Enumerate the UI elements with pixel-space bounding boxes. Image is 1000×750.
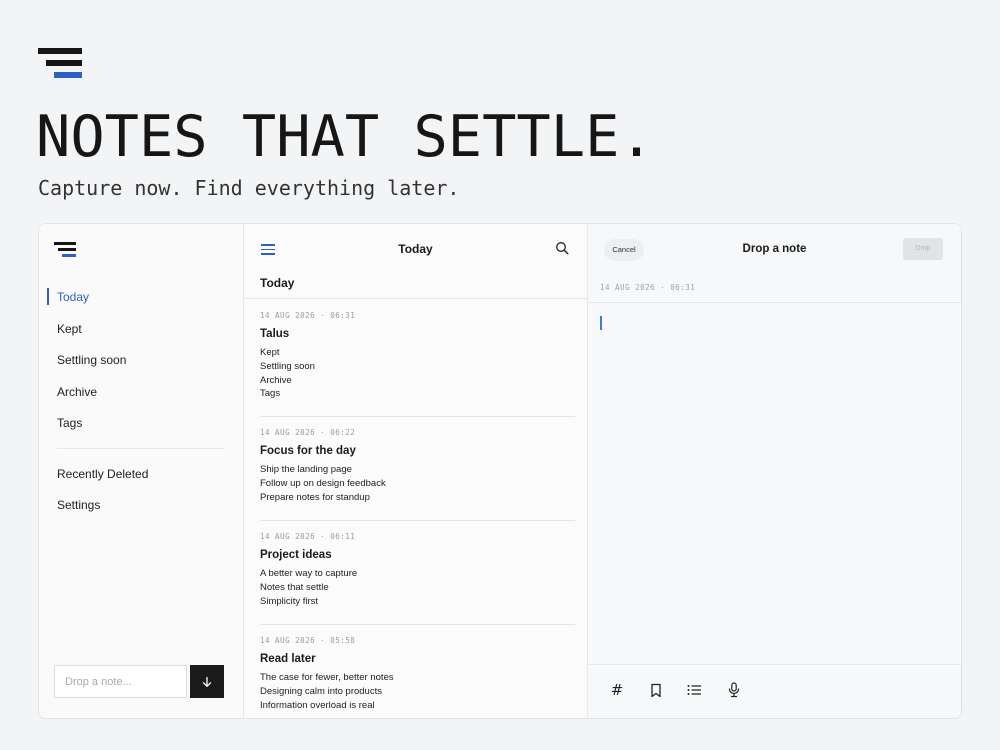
bookmark-icon[interactable] — [647, 681, 665, 699]
sidebar-item-archive[interactable]: Archive — [39, 379, 243, 411]
note-title: Project ideas — [260, 549, 332, 561]
note-line: A better way to capture — [260, 568, 358, 579]
sidebar-item-tags[interactable]: Tags — [39, 410, 243, 442]
app-logo — [54, 242, 76, 258]
arrow-down-icon — [202, 676, 212, 687]
editor-toolbar: # — [588, 664, 961, 718]
note-title: Read later — [260, 653, 316, 665]
headline: NOTES THAT SETTLE. — [36, 104, 654, 170]
note-text-area[interactable] — [588, 303, 961, 664]
note-card[interactable]: 14 AUG 2026 · 06:22 Focus for the day Sh… — [260, 417, 575, 521]
section-label: Today — [260, 276, 295, 290]
note-line: Ship the landing page — [260, 464, 352, 475]
note-line: Designing calm into products — [260, 685, 382, 697]
list-icon[interactable] — [685, 681, 703, 699]
sidebar-nav: Today Kept Settling soon Archive Tags Re… — [39, 284, 243, 524]
sidebar: Today Kept Settling soon Archive Tags Re… — [39, 224, 244, 718]
note-line: Information overload is real — [260, 699, 375, 711]
brand-logo — [38, 48, 82, 82]
text-caret — [600, 316, 602, 330]
note-line: Notes that settle — [260, 581, 329, 593]
note-card[interactable]: 14 AUG 2026 · 06:11 Project ideas A bett… — [260, 521, 575, 625]
note-line: Settling soon — [260, 360, 315, 372]
note-editor: Cancel Drop a note Drop 14 AUG 2026 · 06… — [588, 224, 961, 718]
note-line: Kept — [260, 347, 280, 358]
note-line: Simplicity first — [260, 595, 319, 607]
note-title: Talus — [260, 328, 290, 340]
app-window: Today Kept Settling soon Archive Tags Re… — [38, 223, 962, 719]
microphone-icon[interactable] — [725, 681, 743, 699]
drop-button[interactable]: Drop — [903, 238, 943, 260]
quick-note-submit-button[interactable] — [190, 665, 224, 698]
section-divider — [244, 298, 587, 299]
editor-timestamp: 14 AUG 2026 · 06:31 — [600, 283, 696, 292]
sidebar-item-recently-deleted[interactable]: Recently Deleted — [39, 461, 243, 493]
note-card[interactable]: 14 AUG 2026 · 05:58 Read later The case … — [260, 625, 575, 718]
sidebar-item-today[interactable]: Today — [39, 284, 243, 316]
notes-list: 14 AUG 2026 · 06:31 Talus Kept Settling … — [260, 300, 575, 718]
note-timestamp: 14 AUG 2026 · 06:31 — [260, 311, 356, 320]
note-timestamp: 14 AUG 2026 · 06:22 — [260, 428, 356, 437]
notes-list-pane: Today Today 14 AUG 2026 · 06:31 Talus Ke… — [244, 224, 588, 718]
sidebar-item-kept[interactable]: Kept — [39, 316, 243, 348]
note-line: Prepare notes for standup — [260, 491, 370, 503]
sidebar-item-settings[interactable]: Settings — [39, 492, 243, 524]
sidebar-divider — [57, 447, 225, 449]
note-line: Tags — [260, 388, 281, 400]
quick-note-input[interactable] — [54, 665, 187, 698]
note-card[interactable]: 14 AUG 2026 · 06:31 Talus Kept Settling … — [260, 300, 575, 417]
note-timestamp: 14 AUG 2026 · 05:58 — [260, 636, 356, 645]
note-timestamp: 14 AUG 2026 · 06:11 — [260, 532, 356, 541]
list-title: Today — [398, 242, 433, 256]
search-icon[interactable] — [555, 241, 569, 255]
sidebar-item-settling-soon[interactable]: Settling soon — [39, 347, 243, 379]
list-header: Today — [244, 224, 587, 274]
note-line: Follow up on design feedback — [260, 477, 386, 489]
subheadline: Capture now. Find everything later. — [38, 176, 460, 200]
note-line: Archive — [260, 374, 292, 386]
note-line: The case for fewer, better notes — [260, 672, 394, 683]
hash-icon[interactable]: # — [608, 681, 626, 699]
note-title: Focus for the day — [260, 445, 356, 457]
